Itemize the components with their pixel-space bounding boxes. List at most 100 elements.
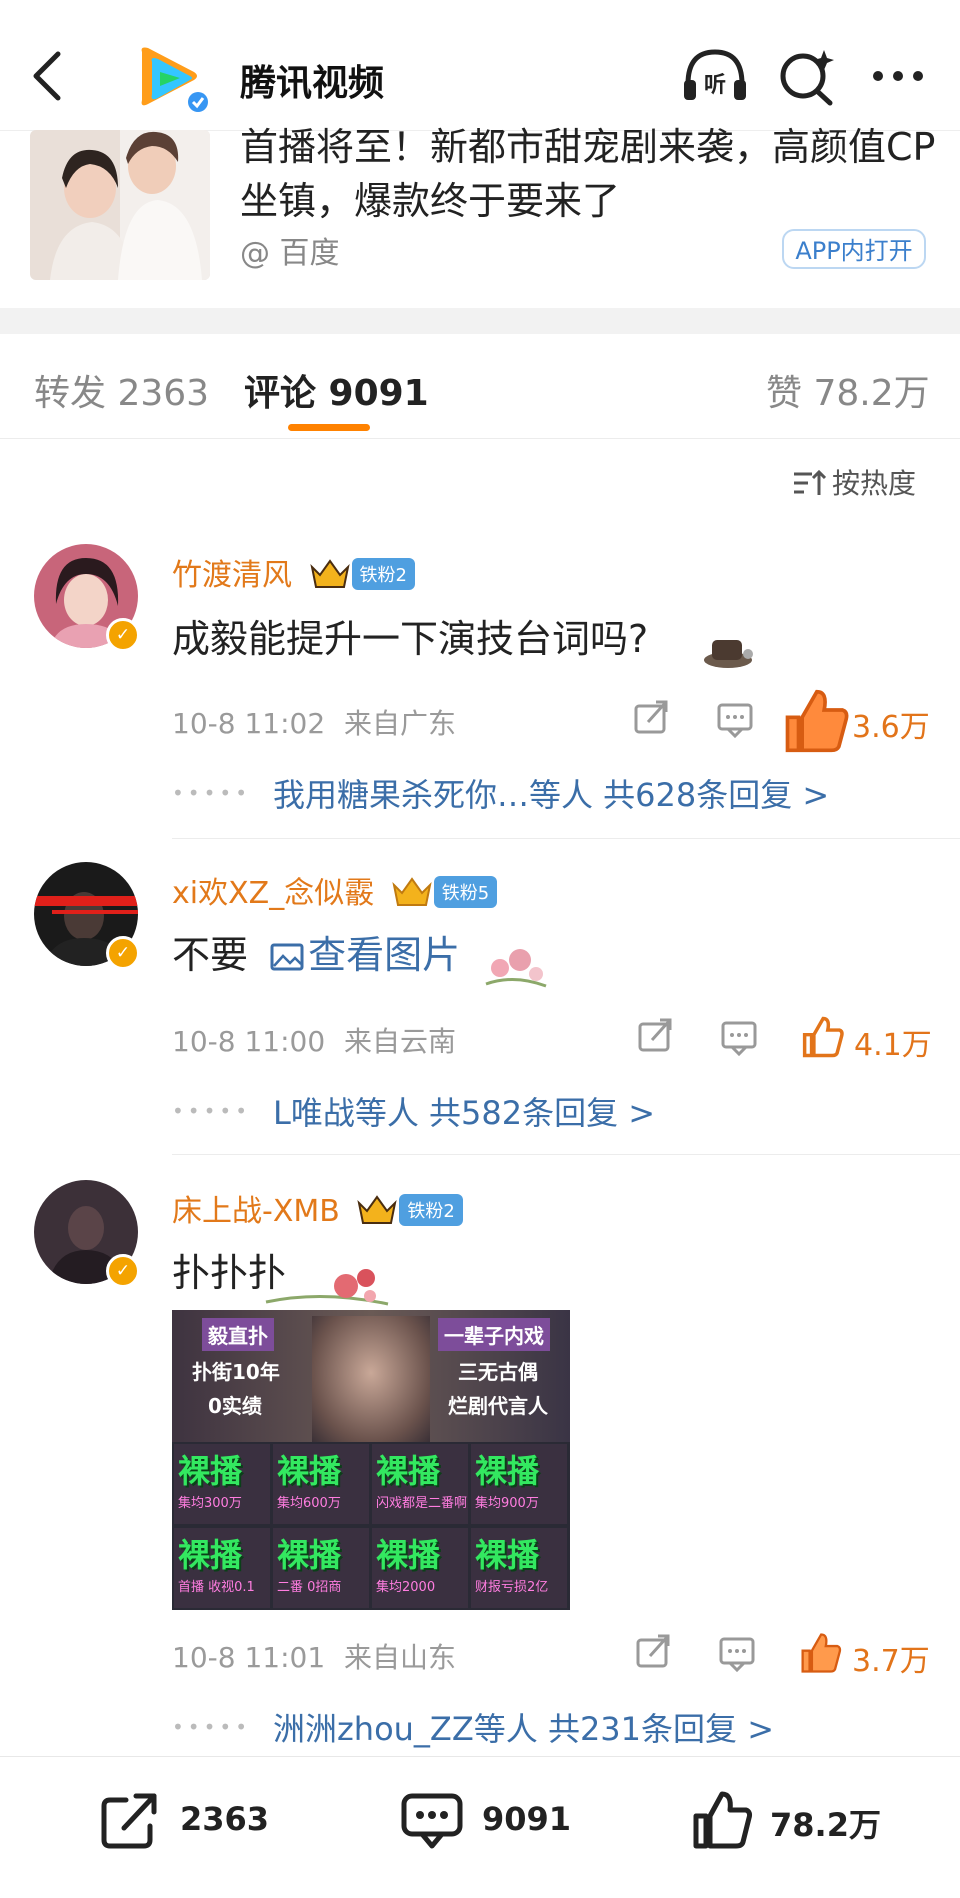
meme-cell-note: 集均900万 — [475, 1496, 539, 1511]
rose-decoration-icon — [265, 1269, 389, 1306]
share-icon[interactable] — [632, 700, 670, 736]
meme-cell: 裸播 集均600万 — [273, 1444, 369, 1524]
view-image-link[interactable]: 查看图片 — [270, 933, 460, 977]
verified-badge-icon: ✓ — [106, 1254, 140, 1288]
comment-username[interactable]: 竹渡清风 铁粉2 — [172, 550, 415, 594]
reply-summary: 我用糖果杀死你…等人 共628条回复 > — [272, 776, 830, 814]
comment-text[interactable]: 不要 查看图片 — [172, 924, 460, 979]
username-text: xi欢XZ_念似霰 — [172, 876, 375, 911]
comment-text-content: 不要 — [172, 933, 249, 977]
open-in-app-button[interactable]: APP内打开 — [782, 229, 926, 269]
meme-cell: 裸播 集均900万 — [471, 1444, 567, 1524]
sort-label: 按热度 — [832, 467, 917, 500]
reply-thread-link[interactable]: ••••• 洲洲zhou_ZZ等人 共231条回复 > — [172, 1704, 774, 1750]
ellipsis-icon: ••••• — [172, 1715, 251, 1739]
meme-cell: 裸播 集均300万 — [174, 1444, 270, 1524]
search-ai-icon[interactable] — [776, 46, 838, 106]
ellipsis-icon: ••••• — [172, 781, 251, 805]
comment-divider — [172, 838, 960, 839]
view-image-label: 查看图片 — [308, 933, 461, 977]
like-total[interactable]: 78.2万 — [770, 1800, 881, 1846]
tencent-video-logo — [141, 47, 210, 114]
sort-button[interactable]: 按热度 — [792, 462, 916, 502]
comment-divider — [172, 1154, 960, 1155]
username-text: 床上战-XMB — [172, 1194, 340, 1229]
meme-cell: 裸播 闪戏都是二番啊 — [372, 1444, 468, 1524]
comment-time: 10-8 11:00 — [172, 1025, 326, 1058]
comment-icon[interactable] — [720, 1020, 758, 1056]
comment-time: 10-8 11:01 — [172, 1641, 326, 1674]
like-icon[interactable] — [798, 1632, 842, 1674]
reply-thread-link[interactable]: ••••• L唯战等人 共582条回复 > — [172, 1088, 655, 1134]
like-icon[interactable] — [800, 1016, 844, 1058]
listen-icon[interactable]: 听 — [680, 46, 750, 106]
fan-badge: 铁粉2 — [351, 558, 415, 590]
meme-cell: 裸播 财报亏损2亿 — [471, 1528, 567, 1608]
meme-photo — [312, 1316, 430, 1442]
tabs-divider — [0, 438, 960, 439]
meme-cell-label: 裸播 — [277, 1536, 342, 1574]
meme-grid: 裸播 集均300万 裸播 集均600万 裸播 闪戏都是二番啊 裸播 集均900万… — [172, 1444, 570, 1610]
comment-meta: 10-8 11:01 来自山东 — [172, 1636, 456, 1676]
meme-cell-note: 集均600万 — [277, 1496, 341, 1511]
crown-icon — [392, 877, 432, 906]
comment-count[interactable]: 9091 — [482, 1800, 571, 1838]
tab-repost[interactable]: 转发 2363 — [34, 364, 209, 416]
meme-cell-label: 裸播 — [178, 1536, 243, 1574]
comment-time: 10-8 11:02 — [172, 707, 326, 740]
article-thumbnail[interactable] — [30, 130, 210, 280]
comment-text[interactable]: 成毅能提升一下演技台词吗? — [172, 608, 648, 663]
comment-decoration-icon — [704, 640, 753, 668]
tab-likes[interactable]: 赞 78.2万 — [766, 364, 930, 416]
comment-icon[interactable] — [718, 1636, 756, 1672]
comment-icon[interactable] — [716, 702, 754, 738]
back-icon[interactable] — [28, 48, 68, 104]
reply-summary: L唯战等人 共582条回复 > — [272, 1094, 656, 1132]
meme-tag: 扑街10年 — [192, 1360, 280, 1384]
meme-cell: 裸播 二番 0招商 — [273, 1528, 369, 1608]
article-title[interactable]: 首播将至！新都市甜宠剧来袭，高颜值CP坐镇，爆款终于要来了 — [240, 120, 940, 228]
meme-cell-note: 二番 0招商 — [277, 1580, 342, 1595]
comment-username[interactable]: xi欢XZ_念似霰 铁粉5 — [172, 868, 498, 912]
meme-tag: 一辈子内戏 — [438, 1318, 550, 1351]
share-icon[interactable] — [636, 1018, 674, 1054]
comment-meta: 10-8 11:02 来自广东 — [172, 702, 456, 742]
comment-username[interactable]: 床上战-XMB 铁粉2 — [172, 1186, 463, 1230]
repost-count[interactable]: 2363 — [180, 1800, 269, 1838]
meme-tag: 0实绩 — [208, 1394, 262, 1418]
article-source: @ 百度 — [240, 236, 340, 271]
ellipsis-icon: ••••• — [172, 1099, 251, 1123]
share-icon[interactable] — [634, 1634, 672, 1670]
meme-cell: 裸播 集均2000 — [372, 1528, 468, 1608]
tab-comments[interactable]: 评论 9091 — [244, 364, 429, 416]
like-thumb-icon[interactable] — [690, 1790, 754, 1850]
meme-tag: 三无古偶 — [458, 1360, 538, 1384]
comment-image[interactable]: 毅直扑 扑街10年 0实绩 一辈子内戏 三无古偶 烂剧代言人 裸播 集均300万… — [172, 1310, 570, 1610]
meme-cell-label: 裸播 — [277, 1452, 342, 1490]
comment-location: 来自云南 — [344, 1025, 457, 1058]
section-divider — [0, 308, 960, 334]
like-count: 3.6万 — [852, 710, 930, 745]
meme-cell-note: 首播 收视0.1 — [178, 1580, 255, 1595]
meme-tag: 毅直扑 — [202, 1318, 274, 1351]
meme-cell-label: 裸播 — [475, 1536, 540, 1574]
meme-cell-label: 裸播 — [376, 1536, 441, 1574]
fan-badge: 铁粉5 — [433, 876, 498, 908]
app-title: 腾讯视频 — [240, 63, 385, 104]
repost-icon[interactable] — [98, 1790, 162, 1850]
svg-text:听: 听 — [704, 73, 726, 98]
meme-cell-note: 集均2000 — [376, 1580, 436, 1595]
reply-thread-link[interactable]: ••••• 我用糖果杀死你…等人 共628条回复 > — [172, 770, 829, 816]
comment-meta: 10-8 11:00 来自云南 — [172, 1020, 456, 1060]
comment-bubble-icon[interactable] — [400, 1790, 464, 1850]
verified-badge-icon: ✓ — [106, 618, 140, 652]
like-icon[interactable] — [780, 688, 850, 754]
crown-icon — [357, 1195, 398, 1224]
meme-cell: 裸播 首播 收视0.1 — [174, 1528, 270, 1608]
comment-location: 来自广东 — [344, 707, 457, 740]
meme-tag: 烂剧代言人 — [448, 1394, 548, 1418]
more-icon[interactable] — [868, 58, 928, 94]
fan-badge: 铁粉2 — [399, 1194, 463, 1226]
active-tab-indicator — [288, 424, 370, 431]
username-text: 竹渡清风 — [172, 558, 292, 593]
